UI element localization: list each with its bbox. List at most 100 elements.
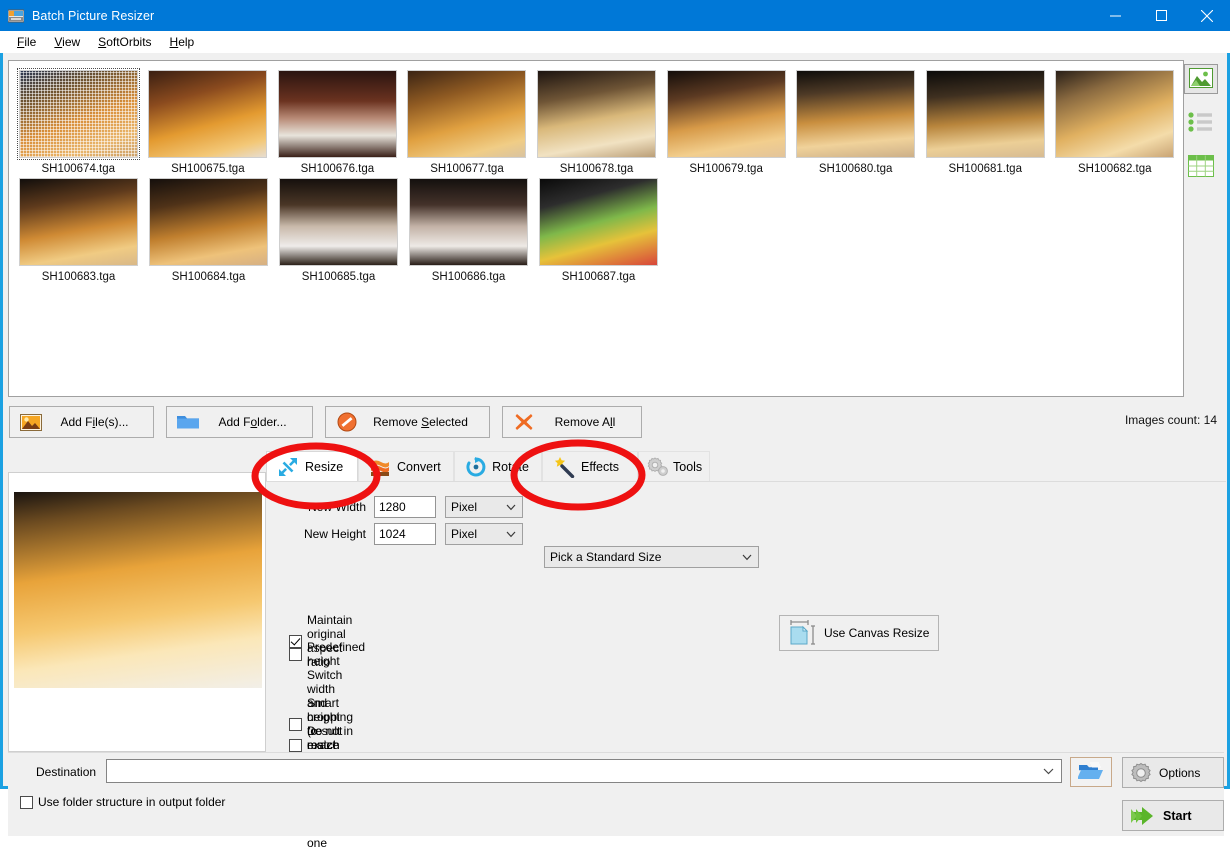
thumbnail-caption: SH100677.tga <box>430 163 504 175</box>
new-width-unit-select[interactable]: Pixel <box>445 496 523 518</box>
new-width-row: New Width 1280 Pixel <box>294 496 523 518</box>
details-view-button[interactable] <box>1184 152 1218 182</box>
thumbnail-image <box>277 70 397 158</box>
menu-help-rest: elp <box>178 35 195 49</box>
thumbnail-image <box>409 178 528 266</box>
new-width-input[interactable]: 1280 <box>374 496 436 518</box>
list-view-button[interactable] <box>1184 108 1218 138</box>
thumbnail-caption: SH100678.tga <box>559 163 634 175</box>
checkbox-use-folder-structure[interactable]: Use folder structure in output folder <box>20 795 225 809</box>
menu-bar: File View SoftOrbits Help <box>0 31 1230 53</box>
file-thumbnail[interactable]: SH100686.tga <box>406 178 531 283</box>
tab-tools[interactable]: Tools <box>638 451 710 482</box>
list-view-icon <box>1188 111 1214 136</box>
window-title: Batch Picture Resizer <box>32 8 155 23</box>
add-files-label: Add File(s)... <box>60 415 129 429</box>
thumbnail-image <box>666 70 786 158</box>
new-height-row: New Height 1024 Pixel <box>294 523 523 545</box>
file-thumbnail[interactable]: SH100687.tga <box>536 178 661 283</box>
file-action-buttons: Add File(s)... Add Folder... Remove Sele… <box>9 406 654 438</box>
thumbnail-image <box>19 178 138 266</box>
thumbnail-image <box>149 178 268 266</box>
add-folder-label: Add Folder... <box>218 415 287 429</box>
no-entry-icon <box>334 412 360 432</box>
checkbox-box <box>20 795 33 809</box>
file-thumbnail[interactable]: SH100682.tga <box>1053 70 1178 175</box>
thumbnail-caption: SH100675.tga <box>171 163 245 175</box>
menu-softorbits-rest: oftOrbits <box>106 35 152 49</box>
close-button[interactable] <box>1184 0 1230 31</box>
folder-icon <box>175 413 201 431</box>
thumbnail-caption: SH100687.tga <box>561 271 636 283</box>
options-button[interactable]: Options <box>1122 757 1224 788</box>
tab-rotate[interactable]: Rotate <box>454 451 542 482</box>
start-label: Start <box>1163 808 1192 823</box>
convert-icon <box>367 456 393 478</box>
file-thumbnail[interactable]: SH100679.tga <box>664 70 789 175</box>
remove-all-button[interactable]: Remove All <box>502 406 642 438</box>
new-height-label: New Height <box>303 527 366 541</box>
file-thumbnail[interactable]: SH100674.tga <box>16 68 141 175</box>
tab-label: Convert <box>397 460 441 474</box>
options-label: Options <box>1159 765 1201 780</box>
maximize-button[interactable] <box>1138 0 1184 31</box>
tab-convert[interactable]: Convert <box>358 451 454 482</box>
remove-all-label: Remove All <box>554 415 616 429</box>
gear-icon <box>1123 761 1159 785</box>
thumbnail-image <box>407 70 527 158</box>
thumbnail-view-button[interactable] <box>1184 64 1218 94</box>
checkbox-box <box>289 647 302 661</box>
file-thumbnail[interactable]: SH100677.tga <box>405 70 530 175</box>
add-folder-button[interactable]: Add Folder... <box>166 406 313 438</box>
thumbnail-caption: SH100685.tga <box>301 271 376 283</box>
file-thumbnail[interactable]: SH100676.tga <box>275 70 400 175</box>
browse-destination-button[interactable] <box>1070 757 1112 787</box>
tab-resize[interactable]: Resize <box>266 451 358 482</box>
menu-item-view[interactable]: View <box>45 33 89 51</box>
tab-label: Rotate <box>492 460 529 474</box>
menu-item-file[interactable]: File <box>8 33 45 51</box>
start-button[interactable]: Start <box>1122 800 1224 831</box>
menu-item-softorbits[interactable]: SoftOrbits <box>89 33 160 51</box>
checkbox-label: Predefined height <box>307 640 366 668</box>
preview-image <box>14 492 262 688</box>
resize-arrows-icon <box>275 456 301 478</box>
file-thumbnail[interactable]: SH100680.tga <box>793 70 918 175</box>
window-controls <box>1092 0 1230 31</box>
use-canvas-resize-button[interactable]: Use Canvas Resize <box>779 615 939 651</box>
new-height-input[interactable]: 1024 <box>374 523 436 545</box>
remove-selected-button[interactable]: Remove Selected <box>325 406 490 438</box>
tab-effects[interactable]: Effects <box>542 451 638 482</box>
menu-file-rest: ile <box>24 35 37 49</box>
rotate-icon <box>463 456 488 478</box>
new-height-unit-value: Pixel <box>451 527 478 541</box>
standard-size-select[interactable]: Pick a Standard Size <box>544 546 759 568</box>
standard-size-value: Pick a Standard Size <box>550 550 662 564</box>
add-image-icon <box>18 413 44 431</box>
file-thumbnail[interactable]: SH100684.tga <box>146 178 271 283</box>
checkbox-predefined-height[interactable]: Predefined height <box>289 640 365 668</box>
file-thumbnail[interactable]: SH100678.tga <box>534 70 659 175</box>
thumbnail-view-icon <box>1189 67 1213 91</box>
tab-label: Resize <box>305 460 344 474</box>
file-thumbnail[interactable]: SH100685.tga <box>276 178 401 283</box>
destination-input[interactable] <box>106 759 1062 783</box>
green-arrow-icon <box>1123 805 1163 827</box>
chevron-down-icon <box>742 547 752 567</box>
canvas-resize-icon <box>780 619 824 647</box>
file-thumbnail[interactable]: SH100681.tga <box>923 70 1048 175</box>
remove-selected-label: Remove Selected <box>373 415 468 429</box>
preview-panel <box>8 472 266 752</box>
tab-label: Effects <box>581 460 619 474</box>
title-bar: Batch Picture Resizer <box>0 0 1230 31</box>
file-list-panel[interactable]: SH100674.tga SH100675.tga SH100676.tga SH10… <box>8 60 1184 397</box>
thumbnail-image <box>148 70 268 158</box>
menu-item-help[interactable]: Help <box>161 33 204 51</box>
add-files-button[interactable]: Add File(s)... <box>9 406 154 438</box>
minimize-button[interactable] <box>1092 0 1138 31</box>
thumbnail-caption: SH100674.tga <box>41 163 116 175</box>
file-thumbnail[interactable]: SH100683.tga <box>16 178 141 283</box>
new-height-unit-select[interactable]: Pixel <box>445 523 523 545</box>
file-thumbnail[interactable]: SH100675.tga <box>146 70 271 175</box>
thumbnail-caption: SH100682.tga <box>1078 163 1152 175</box>
